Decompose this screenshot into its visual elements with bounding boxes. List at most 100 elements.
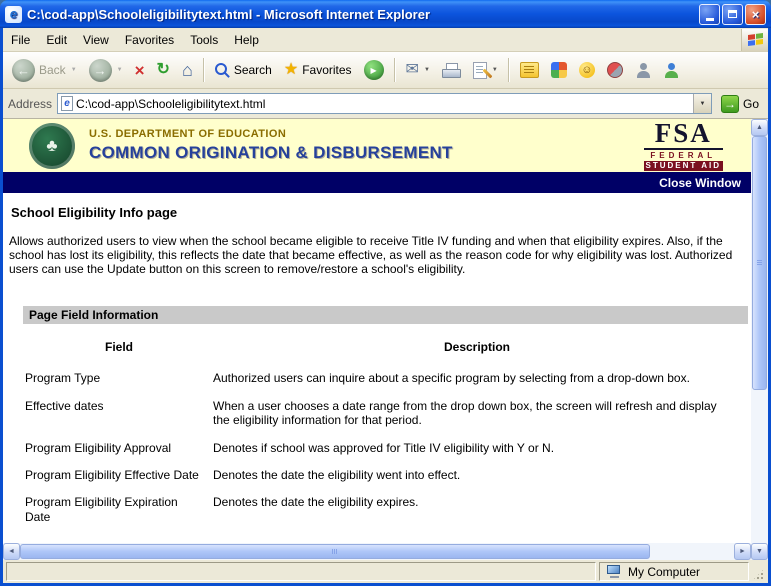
- scroll-left-button[interactable]: ◄: [3, 543, 20, 560]
- messenger-button[interactable]: [546, 59, 572, 81]
- horizontal-scroll-track[interactable]: [20, 543, 734, 560]
- menu-edit[interactable]: Edit: [38, 30, 75, 50]
- forward-button[interactable]: → ▼: [84, 56, 128, 85]
- windows-logo-icon: [741, 29, 768, 51]
- toolbar-separator: [203, 58, 205, 82]
- edit-dropdown-icon: ▼: [492, 67, 498, 73]
- fsa-federal-label: FEDERAL: [644, 152, 723, 160]
- menu-favorites[interactable]: Favorites: [117, 30, 182, 50]
- title-bar[interactable]: e C:\cod-app\Schooleligibilitytext.html …: [0, 0, 771, 28]
- im-button[interactable]: [658, 59, 684, 81]
- address-input-box: e ▼: [57, 93, 712, 114]
- search-icon: [215, 63, 230, 78]
- table-row-field: Program Eligibility Effective Date: [25, 468, 213, 482]
- cod-banner: ♣ U.S. DEPARTMENT OF EDUCATION COMMON OR…: [3, 119, 751, 172]
- table-row-field: Program Eligibility Approval: [25, 441, 213, 455]
- person-icon: [635, 62, 651, 78]
- fsa-acronym: FSA: [644, 120, 723, 150]
- edit-button[interactable]: ▼: [468, 59, 503, 82]
- back-icon: ←: [12, 59, 35, 82]
- maximize-icon: [728, 10, 737, 18]
- refresh-button[interactable]: ↻: [152, 59, 175, 81]
- horizontal-scrollbar[interactable]: ◄ ►: [3, 543, 751, 560]
- address-label: Address: [8, 97, 52, 111]
- stop-button[interactable]: ×: [130, 59, 150, 82]
- field-table: Field Description Program Type Authorize…: [25, 340, 741, 524]
- table-row-description: Denotes the date the eligibility went in…: [213, 468, 741, 482]
- scroll-up-button[interactable]: ▲: [751, 119, 768, 136]
- home-icon: ⌂: [182, 61, 193, 79]
- print-button[interactable]: [437, 60, 466, 81]
- page-content-area: ♣ U.S. DEPARTMENT OF EDUCATION COMMON OR…: [3, 119, 751, 543]
- browser-window: e C:\cod-app\Schooleligibilitytext.html …: [0, 0, 771, 586]
- education-seal-icon: ♣: [29, 123, 75, 169]
- favorites-label: Favorites: [302, 63, 351, 77]
- department-text-block: U.S. DEPARTMENT OF EDUCATION COMMON ORIG…: [89, 128, 453, 163]
- toolbar-separator: [508, 58, 510, 82]
- table-row-field: Effective dates: [25, 399, 213, 413]
- msn-button[interactable]: ☺: [574, 59, 600, 81]
- media-button[interactable]: ▶: [359, 57, 389, 83]
- address-input[interactable]: [76, 95, 690, 112]
- print-icon: [442, 63, 461, 78]
- minimize-button[interactable]: [699, 4, 720, 25]
- status-bar: My Computer: [3, 560, 768, 583]
- forward-dropdown-icon: ▼: [117, 67, 123, 73]
- menu-help[interactable]: Help: [226, 30, 267, 50]
- discuss-button[interactable]: [515, 59, 544, 81]
- search-button[interactable]: Search: [210, 60, 277, 81]
- close-button[interactable]: ×: [745, 4, 766, 25]
- menu-view[interactable]: View: [75, 30, 117, 50]
- favorites-button[interactable]: ★ Favorites: [279, 59, 357, 81]
- minimize-icon: [706, 18, 714, 21]
- page-file-icon: e: [61, 96, 73, 111]
- scroll-right-button[interactable]: ►: [734, 543, 751, 560]
- horizontal-scroll-thumb[interactable]: [20, 544, 650, 559]
- go-button[interactable]: → Go: [717, 94, 763, 114]
- ie-logo-icon: e: [5, 6, 22, 23]
- fsa-logo: FSA FEDERAL STUDENT AID: [644, 120, 723, 171]
- mail-dropdown-icon: ▼: [424, 67, 430, 73]
- resize-grip[interactable]: [752, 562, 765, 581]
- section-header: Page Field Information: [23, 306, 748, 324]
- vertical-scroll-thumb[interactable]: [752, 136, 767, 390]
- person-blue-icon: [663, 62, 679, 78]
- vertical-scroll-track[interactable]: [751, 136, 768, 543]
- research-button[interactable]: [602, 59, 628, 81]
- back-button[interactable]: ← Back ▼: [7, 56, 82, 85]
- back-label: Back: [39, 63, 66, 77]
- help-content: School Eligibility Info page Allows auth…: [3, 193, 751, 524]
- zone-label: My Computer: [628, 565, 700, 579]
- window-title: C:\cod-app\Schooleligibilitytext.html - …: [27, 7, 694, 22]
- cod-title: COMMON ORIGINATION & DISBURSEMENT: [89, 142, 453, 163]
- menu-bar: File Edit View Favorites Tools Help: [3, 28, 768, 52]
- scroll-down-button[interactable]: ▼: [751, 543, 768, 560]
- home-button[interactable]: ⌂: [177, 58, 198, 82]
- back-dropdown-icon: ▼: [71, 67, 77, 73]
- table-row-field: Program Type: [25, 371, 213, 385]
- intro-paragraph: Allows authorized users to view when the…: [9, 234, 745, 276]
- stop-icon: ×: [135, 62, 145, 79]
- go-label: Go: [743, 97, 759, 111]
- address-dropdown-button[interactable]: ▼: [693, 94, 711, 113]
- mail-button[interactable]: ✉ ▼: [401, 59, 435, 81]
- table-row-description: Authorized users can inquire about a spe…: [213, 371, 741, 385]
- messenger-icon: [551, 62, 567, 78]
- window-frame: File Edit View Favorites Tools Help ← Ba…: [0, 28, 771, 586]
- vertical-scrollbar[interactable]: ▲ ▼: [751, 119, 768, 560]
- menu-file[interactable]: File: [3, 30, 38, 50]
- table-row-description: Denotes if school was approved for Title…: [213, 441, 741, 455]
- security-zone-panel: My Computer: [599, 562, 749, 581]
- smiley-icon: ☺: [579, 62, 595, 78]
- page-top-bar: Close Window: [3, 172, 751, 193]
- page-title: School Eligibility Info page: [11, 205, 751, 220]
- table-header-description: Description: [213, 340, 741, 358]
- maximize-button[interactable]: [722, 4, 743, 25]
- media-icon: ▶: [364, 60, 384, 80]
- contacts-button[interactable]: [630, 59, 656, 81]
- research-icon: [607, 62, 623, 78]
- menu-tools[interactable]: Tools: [182, 30, 226, 50]
- toolbar-separator: [394, 58, 396, 82]
- table-row-description: Denotes the date the eligibility expires…: [213, 495, 741, 509]
- close-window-link[interactable]: Close Window: [659, 176, 741, 190]
